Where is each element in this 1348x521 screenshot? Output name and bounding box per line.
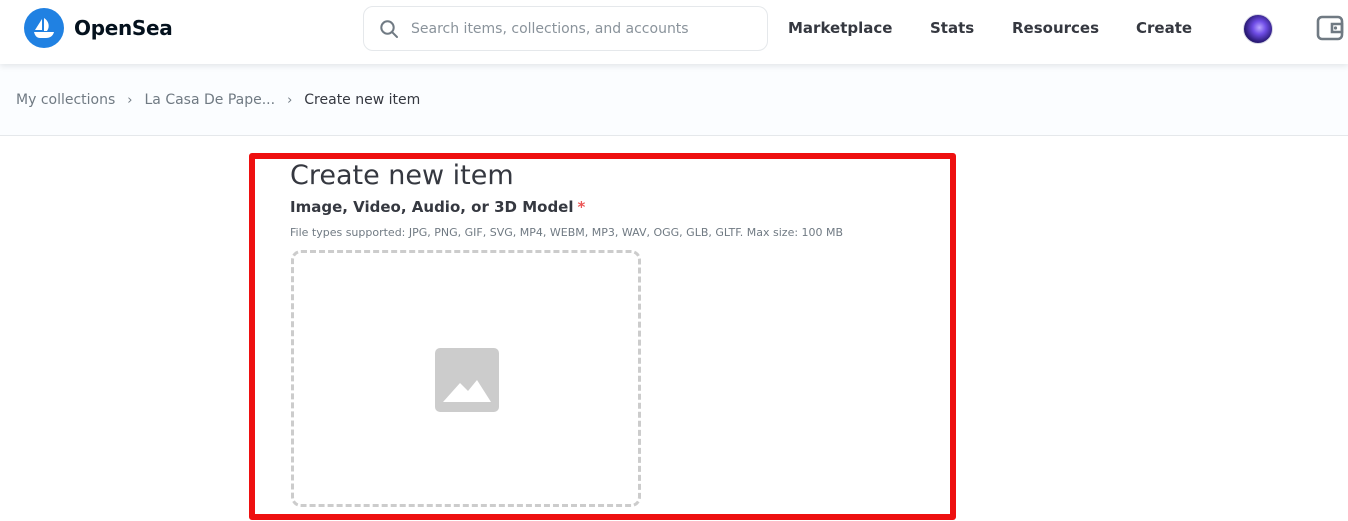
page-title: Create new item [290, 160, 514, 191]
wallet-icon[interactable] [1316, 14, 1344, 42]
opensea-logo-icon [24, 8, 64, 48]
image-placeholder-icon [434, 347, 500, 413]
media-field-label: Image, Video, Audio, or 3D Model * [290, 198, 585, 216]
brand-name: OpenSea [74, 16, 173, 40]
media-dropzone[interactable] [291, 250, 641, 507]
media-field-label-text: Image, Video, Audio, or 3D Model [290, 198, 574, 216]
required-marker: * [577, 198, 586, 216]
breadcrumb-bar: My collections › La Casa De Pape... › Cr… [0, 64, 1348, 136]
breadcrumb-separator: › [127, 92, 133, 108]
nav-resources[interactable]: Resources [1012, 16, 1099, 40]
breadcrumb-separator: › [287, 92, 293, 108]
breadcrumb-collection[interactable]: La Casa De Pape... [144, 92, 275, 108]
breadcrumb: My collections › La Casa De Pape... › Cr… [16, 90, 420, 110]
nav-marketplace[interactable]: Marketplace [788, 16, 892, 40]
breadcrumb-current: Create new item [304, 92, 421, 108]
opensea-logo-link[interactable]: OpenSea [24, 8, 173, 48]
nav-stats[interactable]: Stats [930, 16, 974, 40]
breadcrumb-my-collections[interactable]: My collections [16, 92, 115, 108]
search-input[interactable] [411, 13, 751, 44]
search-icon [377, 17, 401, 41]
file-types-help: File types supported: JPG, PNG, GIF, SVG… [290, 226, 844, 239]
nav-create[interactable]: Create [1136, 16, 1192, 40]
search-bar[interactable] [363, 6, 768, 51]
top-header: OpenSea Marketplace Stats Resources Crea… [0, 0, 1348, 64]
profile-avatar[interactable] [1243, 14, 1273, 44]
